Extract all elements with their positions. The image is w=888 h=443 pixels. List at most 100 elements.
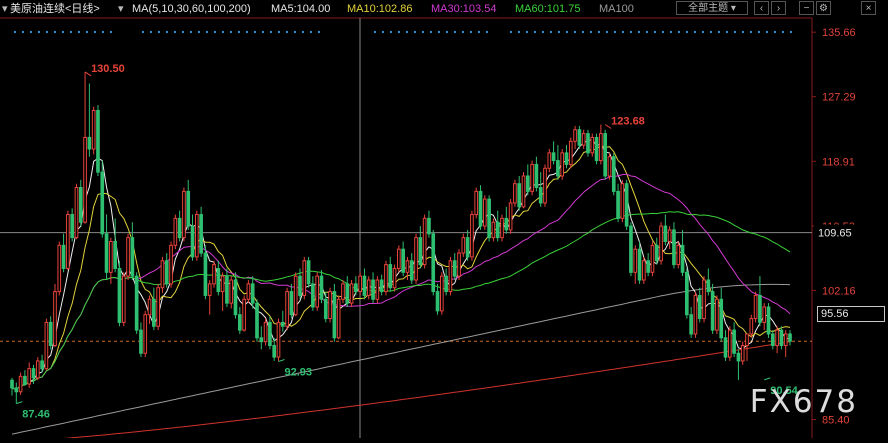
- close-icon[interactable]: ×: [861, 1, 876, 15]
- candle-body[interactable]: [203, 252, 208, 296]
- indicator-menu-icon[interactable]: ▾: [118, 1, 124, 17]
- candle-body[interactable]: [126, 237, 130, 277]
- candle-body[interactable]: [366, 279, 371, 296]
- candle-body[interactable]: [35, 360, 40, 379]
- candle-body[interactable]: [121, 275, 126, 323]
- candle-body[interactable]: [444, 275, 448, 293]
- candle-body[interactable]: [392, 267, 397, 289]
- candle-body[interactable]: [577, 129, 582, 146]
- candle-body[interactable]: [766, 306, 771, 335]
- candle-body[interactable]: [431, 233, 436, 293]
- candle-body[interactable]: [130, 237, 135, 277]
- candle-body[interactable]: [732, 329, 736, 354]
- candle-body[interactable]: [736, 352, 741, 362]
- candle-body[interactable]: [212, 264, 216, 285]
- candle-body[interactable]: [61, 244, 66, 269]
- candle-body[interactable]: [654, 244, 659, 262]
- candle-body[interactable]: [48, 321, 53, 347]
- candle-body[interactable]: [513, 183, 517, 204]
- candle-body[interactable]: [160, 260, 165, 289]
- candle-body[interactable]: [521, 175, 526, 208]
- candle-body[interactable]: [637, 248, 642, 281]
- candle-body[interactable]: [676, 244, 681, 266]
- candle-body[interactable]: [624, 183, 629, 227]
- candle-body[interactable]: [706, 279, 711, 293]
- candle-body[interactable]: [263, 321, 268, 343]
- candle-body[interactable]: [783, 333, 788, 347]
- candle-body[interactable]: [362, 275, 367, 296]
- candle-body[interactable]: [147, 298, 152, 316]
- candle-body[interactable]: [474, 190, 479, 216]
- candle-body[interactable]: [371, 279, 375, 300]
- instrument-title[interactable]: 美原油连续<日线>: [10, 1, 100, 17]
- candle-body[interactable]: [440, 275, 444, 312]
- candle-body[interactable]: [482, 198, 487, 227]
- candle-body[interactable]: [758, 294, 762, 323]
- candle-body[interactable]: [194, 214, 199, 258]
- candle-body[interactable]: [556, 160, 560, 177]
- candle-body[interactable]: [775, 329, 779, 347]
- candle-body[interactable]: [237, 314, 242, 331]
- candle-body[interactable]: [749, 318, 754, 335]
- candle-body[interactable]: [164, 260, 169, 285]
- candle-body[interactable]: [66, 214, 70, 269]
- candle-body[interactable]: [538, 187, 543, 204]
- candle-body[interactable]: [177, 217, 182, 239]
- candle-body[interactable]: [255, 302, 259, 339]
- candle-body[interactable]: [418, 237, 423, 266]
- candle-body[interactable]: [427, 217, 431, 235]
- candle-body[interactable]: [457, 252, 461, 277]
- candle-body[interactable]: [551, 152, 556, 162]
- candle-body[interactable]: [27, 368, 32, 385]
- candle-body[interactable]: [117, 267, 122, 323]
- candle-body[interactable]: [745, 333, 749, 347]
- candle-body[interactable]: [186, 190, 191, 227]
- candle-body[interactable]: [611, 156, 616, 192]
- candle-body[interactable]: [530, 163, 534, 192]
- candle-body[interactable]: [349, 283, 354, 304]
- candle-body[interactable]: [40, 360, 44, 370]
- candle-body[interactable]: [620, 183, 625, 219]
- candle-body[interactable]: [319, 275, 324, 300]
- candle-body[interactable]: [753, 294, 758, 320]
- candle-body[interactable]: [663, 225, 668, 242]
- candle-body[interactable]: [306, 260, 311, 285]
- candle-body[interactable]: [74, 187, 79, 239]
- candle-body[interactable]: [143, 314, 148, 354]
- candle-body[interactable]: [190, 225, 195, 258]
- candle-body[interactable]: [525, 175, 530, 192]
- candle-body[interactable]: [83, 136, 87, 223]
- candle-body[interactable]: [375, 279, 380, 300]
- candle-body[interactable]: [659, 225, 663, 262]
- minimize-icon[interactable]: −: [799, 1, 814, 15]
- candle-body[interactable]: [478, 190, 483, 227]
- candle-body[interactable]: [388, 264, 393, 289]
- candle-body[interactable]: [315, 275, 320, 308]
- candle-body[interactable]: [100, 171, 105, 235]
- candle-body[interactable]: [113, 240, 117, 269]
- candle-body[interactable]: [680, 244, 685, 273]
- candle-body[interactable]: [770, 333, 775, 347]
- candle-body[interactable]: [401, 248, 405, 273]
- theme-dropdown-button[interactable]: 全部主题 ▾: [676, 1, 748, 15]
- candle-body[interactable]: [697, 294, 702, 320]
- candle-body[interactable]: [715, 298, 719, 331]
- candle-body[interactable]: [354, 283, 358, 293]
- candle-body[interactable]: [182, 190, 186, 239]
- candle-body[interactable]: [332, 291, 337, 339]
- candle-body[interactable]: [298, 275, 302, 296]
- candle-body[interactable]: [508, 202, 513, 231]
- candle-body[interactable]: [702, 279, 706, 320]
- candle-body[interactable]: [156, 287, 160, 327]
- candle-body[interactable]: [470, 214, 474, 258]
- candle-body[interactable]: [358, 275, 362, 293]
- candle-body[interactable]: [461, 237, 466, 254]
- candle-body[interactable]: [646, 260, 650, 273]
- candle-body[interactable]: [229, 279, 234, 304]
- candle-body[interactable]: [70, 214, 75, 239]
- candle-body[interactable]: [104, 233, 109, 273]
- candle-body[interactable]: [573, 129, 577, 142]
- candle-body[interactable]: [225, 275, 229, 304]
- candle-body[interactable]: [500, 217, 504, 239]
- candle-body[interactable]: [96, 109, 100, 173]
